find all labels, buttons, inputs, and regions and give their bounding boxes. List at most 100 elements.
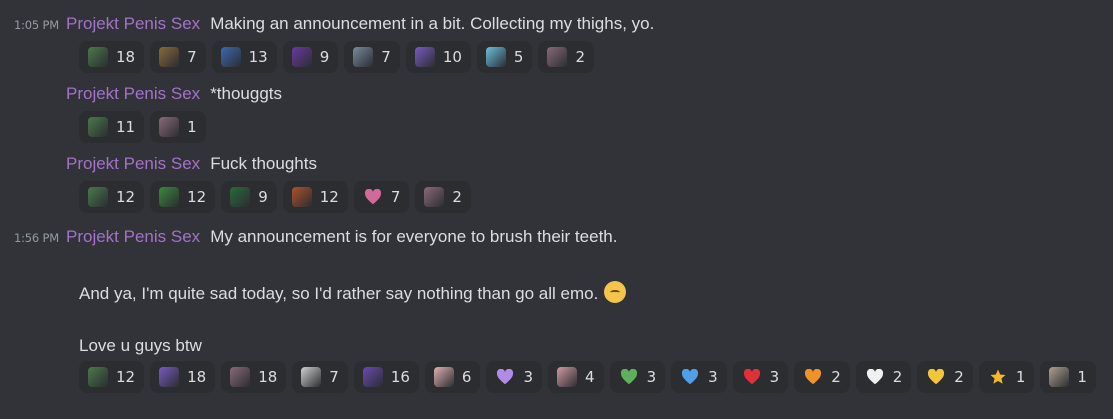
red-heart-icon [742, 367, 762, 387]
reaction-count: 1 [1077, 368, 1087, 386]
reaction-count: 12 [116, 188, 136, 206]
reaction-button[interactable]: 2 [794, 361, 850, 393]
message-line: Projekt Penis Sex Making an announcement … [66, 14, 654, 34]
hat-girl-icon [547, 47, 568, 67]
grid-face-icon [220, 47, 241, 67]
author-name[interactable]: Projekt Penis Sex [66, 84, 200, 103]
reaction-count: 10 [442, 48, 462, 66]
message-text: Fuck thoughts [210, 154, 317, 173]
satan-icon [291, 47, 312, 67]
reaction-button[interactable]: 12 [79, 361, 145, 393]
reaction-button[interactable]: 18 [221, 361, 287, 393]
hat-girl-icon [230, 367, 251, 387]
green-heart-icon [619, 367, 639, 387]
timestamp: 1:56 PM [14, 231, 59, 245]
reaction-button[interactable]: 16 [353, 361, 419, 393]
reaction-button[interactable]: 2 [855, 361, 912, 393]
purple-heart-icon [495, 367, 515, 387]
reaction-button[interactable]: 11 [79, 111, 145, 143]
reaction-count: 2 [452, 188, 462, 206]
reaction-button[interactable]: 7 [292, 361, 348, 393]
reaction-count: 12 [116, 368, 136, 386]
reaction-bar: 11 1 [79, 111, 206, 143]
blonde-girl-icon [433, 367, 454, 387]
reaction-button[interactable]: 3 [486, 361, 543, 393]
reaction-button[interactable]: 18 [79, 41, 145, 73]
reaction-button[interactable]: 3 [732, 361, 789, 393]
reaction-button[interactable]: 13 [211, 41, 277, 73]
star-icon [988, 367, 1008, 387]
reaction-button[interactable]: 12 [150, 181, 216, 213]
reaction-button[interactable]: 3 [671, 361, 727, 393]
reaction-count: 12 [319, 188, 339, 206]
timestamp: 1:05 PM [14, 18, 59, 32]
reaction-button[interactable]: 10 [405, 41, 471, 73]
blue-hair-icon [485, 47, 506, 67]
reaction-count: 3 [523, 368, 534, 386]
reaction-button[interactable]: 18 [150, 361, 216, 393]
reaction-count: 18 [258, 368, 278, 386]
anime-face-icon [353, 47, 374, 67]
reaction-button[interactable]: 12 [282, 181, 348, 213]
reaction-button[interactable]: 7 [150, 41, 206, 73]
reaction-bar: 12 18 18 7 16 6 3 4 3 3 3 2 2 2 1 1 [79, 361, 1096, 393]
reaction-count: 7 [329, 368, 339, 386]
reaction-count: 13 [248, 48, 268, 66]
yellow-heart-icon [926, 367, 946, 387]
pepe-icon [159, 187, 180, 207]
message-paragraph: And ya, I'm quite sad today, so I'd rath… [79, 281, 627, 304]
reaction-count: 1 [1015, 368, 1026, 386]
reaction-button[interactable]: 5 [476, 41, 533, 73]
pink-anime-icon [557, 367, 578, 387]
reaction-count: 2 [954, 368, 964, 386]
reaction-button[interactable]: 1 [978, 361, 1035, 393]
author-name[interactable]: Projekt Penis Sex [66, 227, 200, 246]
cup-noodle-icon [88, 187, 108, 207]
paragraph-text: And ya, I'm quite sad today, so I'd rath… [79, 284, 599, 303]
reaction-count: 9 [319, 48, 330, 66]
reaction-button[interactable]: 7 [344, 41, 400, 73]
reaction-count: 2 [831, 368, 841, 386]
reaction-button[interactable]: 1 [150, 111, 206, 143]
cat-photo-icon [1049, 367, 1070, 387]
reaction-button[interactable]: 9 [282, 41, 339, 73]
reaction-button[interactable]: 4 [548, 361, 604, 393]
hat-girl-icon [159, 117, 180, 137]
reaction-button[interactable]: 2 [538, 41, 595, 73]
hat-girl-icon [424, 187, 445, 207]
purple-hair-girl-icon [362, 367, 383, 387]
reaction-count: 4 [585, 368, 595, 386]
reaction-button[interactable]: 1 [1040, 361, 1096, 393]
message-paragraph: Love u guys btw [79, 336, 202, 356]
sad-face-icon [604, 281, 627, 303]
reaction-count: 9 [258, 188, 268, 206]
reaction-bar: 18 7 13 9 7 10 5 2 [79, 41, 595, 73]
reaction-button[interactable]: 12 [79, 181, 145, 213]
reaction-button[interactable]: 9 [221, 181, 277, 213]
reaction-count: 3 [708, 368, 718, 386]
reaction-count: 2 [892, 368, 903, 386]
reaction-count: 1 [187, 118, 197, 136]
reaction-button[interactable]: 2 [415, 181, 471, 213]
cup-noodle-icon [88, 367, 108, 387]
orange-heart-icon [803, 367, 823, 387]
message-line: Projekt Penis Sex My announcement is for … [66, 227, 617, 247]
reaction-button[interactable]: 7 [353, 181, 410, 213]
message-line: Projekt Penis Sex Fuck thoughts [66, 154, 317, 174]
sneaker-icon [301, 367, 322, 387]
pepe-group-icon [230, 187, 251, 207]
reaction-count: 18 [187, 368, 207, 386]
reaction-bar: 12 12 9 12 7 2 [79, 181, 471, 213]
author-name[interactable]: Projekt Penis Sex [66, 14, 200, 33]
reaction-button[interactable]: 6 [424, 361, 481, 393]
message-line: Projekt Penis Sex *thouggts [66, 84, 282, 104]
portrait-icon [159, 47, 180, 67]
reaction-count: 5 [513, 48, 524, 66]
cup-noodle-icon [88, 47, 108, 67]
reaction-button[interactable]: 3 [609, 361, 666, 393]
reaction-button[interactable]: 2 [917, 361, 973, 393]
author-name[interactable]: Projekt Penis Sex [66, 154, 200, 173]
message-text: Making an announcement in a bit. Collect… [210, 14, 655, 33]
reaction-count: 7 [187, 48, 197, 66]
reaction-count: 2 [575, 48, 586, 66]
